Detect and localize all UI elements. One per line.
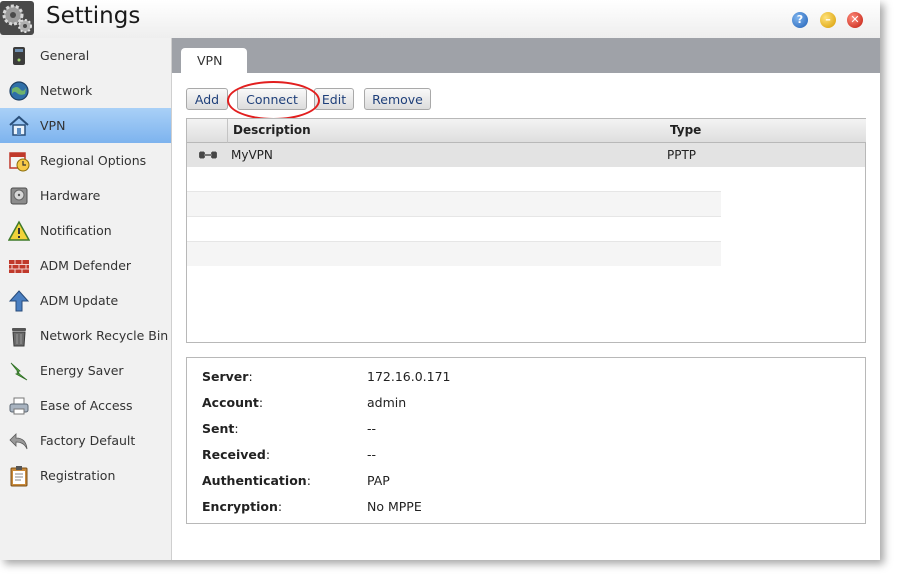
sidebar-item-adm-update[interactable]: ADM Update — [0, 283, 171, 318]
column-header-type[interactable]: Type — [664, 119, 866, 143]
sidebar-item-ease-of-access[interactable]: Ease of Access — [0, 388, 171, 423]
column-header-icon — [187, 119, 228, 143]
detail-label: Encryption: — [202, 499, 283, 514]
tab-bar: VPN — [172, 38, 880, 73]
sidebar-item-label: Regional Options — [40, 153, 147, 168]
globe-icon — [9, 81, 29, 101]
warning-icon — [8, 220, 30, 241]
sidebar-item-label: Factory Default — [40, 433, 136, 448]
sidebar-item-label: Energy Saver — [40, 363, 124, 378]
window-title: Settings — [46, 3, 141, 29]
add-button[interactable]: Add — [186, 88, 228, 110]
sidebar-item-registration[interactable]: Registration — [0, 458, 171, 493]
sidebar-item-notification[interactable]: Notification — [0, 213, 171, 248]
vpn-table: Description Type MyVPN PPTP — [186, 118, 866, 343]
tab-vpn[interactable]: VPN — [181, 48, 247, 73]
connection-details: Server: 172.16.0.171 Account: admin Sent… — [186, 357, 866, 524]
lightning-icon — [10, 362, 28, 381]
clipboard-icon — [10, 466, 28, 487]
sidebar-item-network[interactable]: Network — [0, 73, 171, 108]
undo-arrow-icon — [9, 433, 28, 450]
sidebar-item-label: Registration — [40, 468, 116, 483]
detail-label: Received: — [202, 447, 271, 462]
empty-row — [187, 192, 721, 217]
trash-icon — [12, 328, 26, 347]
detail-row-sent: Sent: -- — [187, 419, 865, 439]
empty-row — [187, 167, 721, 192]
tab-label: VPN — [197, 53, 223, 68]
detail-row-account: Account: admin — [187, 393, 865, 413]
sidebar-item-regional-options[interactable]: Regional Options — [0, 143, 171, 178]
detail-value: -- — [367, 421, 377, 436]
sidebar-item-label: Notification — [40, 223, 112, 238]
detail-label: Sent: — [202, 421, 239, 436]
calendar-clock-icon — [9, 152, 30, 172]
sidebar-item-label: General — [40, 48, 90, 63]
highlight-circle — [227, 81, 320, 120]
detail-row-authentication: Authentication: PAP — [187, 471, 865, 491]
sidebar-item-hardware[interactable]: Hardware — [0, 178, 171, 213]
help-button[interactable]: ? — [792, 12, 808, 28]
table-cell-description: MyVPN — [231, 148, 273, 162]
detail-value: 172.16.0.171 — [367, 369, 451, 384]
sidebar-item-label: Hardware — [40, 188, 101, 203]
sidebar-item-energy-saver[interactable]: Energy Saver — [0, 353, 171, 388]
sidebar-item-label: Ease of Access — [40, 398, 133, 413]
sidebar-item-label: ADM Defender — [40, 258, 132, 273]
empty-row — [187, 217, 721, 242]
settings-window: Settings ? – ✕ General Network VPN Regio… — [0, 0, 880, 560]
close-icon: ✕ — [850, 13, 860, 26]
hard-drive-icon — [10, 187, 28, 205]
edit-button[interactable]: Edit — [314, 88, 354, 110]
sidebar-item-vpn[interactable]: VPN — [0, 108, 171, 143]
sidebar-item-general[interactable]: General — [0, 38, 171, 73]
firewall-icon — [9, 260, 29, 273]
detail-value: No MPPE — [367, 499, 422, 514]
detail-label: Account: — [202, 395, 264, 410]
settings-sidebar: General Network VPN Regional Options Har… — [0, 38, 172, 560]
printer-icon — [9, 397, 29, 415]
title-bar: Settings ? – ✕ — [0, 0, 880, 39]
detail-value: PAP — [367, 473, 390, 488]
sidebar-item-adm-defender[interactable]: ADM Defender — [0, 248, 171, 283]
table-cell-type: PPTP — [667, 148, 697, 162]
sidebar-item-label: VPN — [40, 118, 66, 133]
vpn-house-icon — [9, 115, 29, 136]
minimize-button[interactable]: – — [820, 12, 836, 28]
sidebar-item-factory-default[interactable]: Factory Default — [0, 423, 171, 458]
remove-button[interactable]: Remove — [364, 88, 431, 110]
minimize-icon: – — [825, 13, 831, 26]
upload-arrow-icon — [8, 290, 30, 312]
table-row[interactable]: MyVPN PPTP — [187, 143, 865, 167]
gear-cogs-icon — [0, 1, 34, 35]
column-header-description[interactable]: Description — [228, 119, 668, 143]
help-icon: ? — [796, 13, 804, 26]
vpn-panel: VPN Add Connect Edit Remove Description … — [172, 38, 880, 560]
close-button[interactable]: ✕ — [847, 12, 863, 28]
empty-row — [187, 242, 721, 266]
sidebar-item-network-recycle-bin[interactable]: Network Recycle Bin — [0, 318, 171, 353]
detail-label: Authentication: — [202, 473, 311, 488]
detail-label: Server: — [202, 369, 253, 384]
vpn-connection-icon — [199, 151, 217, 159]
sidebar-item-label: Network — [40, 83, 93, 98]
detail-row-encryption: Encryption: No MPPE — [187, 497, 865, 517]
server-icon — [13, 47, 25, 65]
sidebar-item-label: Network Recycle Bin — [40, 328, 169, 343]
detail-value: admin — [367, 395, 407, 410]
detail-row-received: Received: -- — [187, 445, 865, 465]
sidebar-item-label: ADM Update — [40, 293, 119, 308]
detail-row-server: Server: 172.16.0.171 — [187, 367, 865, 387]
detail-value: -- — [367, 447, 377, 462]
